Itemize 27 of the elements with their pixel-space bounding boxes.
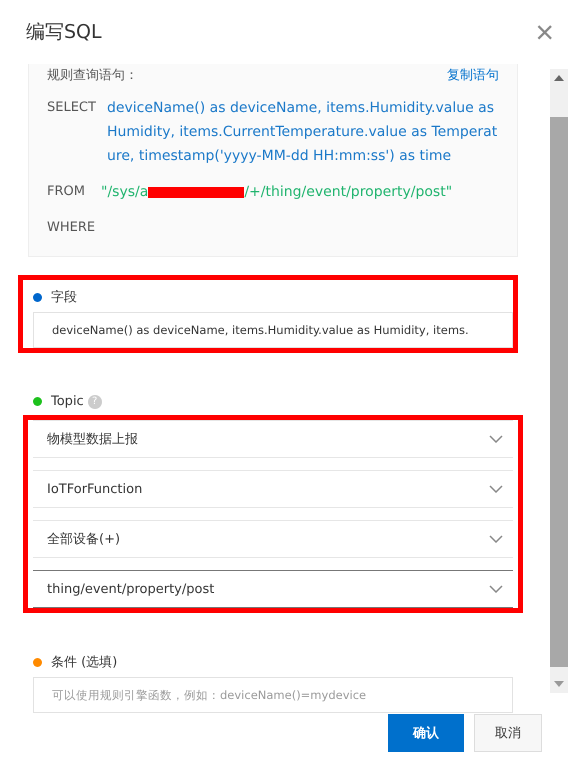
- scroll-up-icon[interactable]: [554, 75, 564, 81]
- select-dropdown[interactable]: thing/event/property/post: [33, 570, 513, 608]
- chevron-down-icon: [489, 485, 503, 493]
- scroll-down-icon[interactable]: [554, 681, 564, 687]
- sql-preview-label: 规则查询语句：: [47, 67, 138, 84]
- select-dropdown[interactable]: IoTForFunction: [33, 470, 513, 508]
- chevron-down-icon: [489, 585, 503, 593]
- input-field[interactable]: 可以使用规则引擎函数，例如：deviceName()=mydevice: [33, 677, 513, 713]
- chevron-down-icon: [489, 435, 503, 443]
- sql-text: deviceName() as deviceName, items.Humidity.value as Humidity, items.CurrentTemperature.value as Temperature, timestamp('yyyy-MM-dd HH:mm:ss') as time: [107, 100, 498, 164]
- section-label: 条件 (选填): [51, 654, 118, 671]
- chevron-down-icon: [489, 535, 503, 543]
- section-label: Topic: [51, 394, 84, 409]
- copy-link[interactable]: 复制语句: [447, 66, 499, 84]
- input-field[interactable]: deviceName() as deviceName, items.Humidity.value as Humidity, items.: [33, 312, 513, 348]
- sql-text: "/sys/a: [101, 183, 148, 202]
- section-label: 字段: [51, 289, 77, 306]
- scrollbar[interactable]: [550, 69, 568, 693]
- sql-keyword: WHERE: [47, 219, 93, 237]
- cancel-button[interactable]: 取消: [474, 714, 542, 752]
- select-dropdown[interactable]: 物模型数据上报: [33, 420, 513, 458]
- select-dropdown[interactable]: 全部设备(+): [33, 520, 513, 558]
- sql-text: /+/thing/event/property/post": [244, 183, 452, 202]
- confirm-button[interactable]: 确认: [388, 714, 464, 752]
- dialog-title: 编写SQL: [26, 20, 102, 45]
- sql-keyword: FROM: [47, 183, 86, 201]
- close-button[interactable]: ×: [535, 16, 554, 48]
